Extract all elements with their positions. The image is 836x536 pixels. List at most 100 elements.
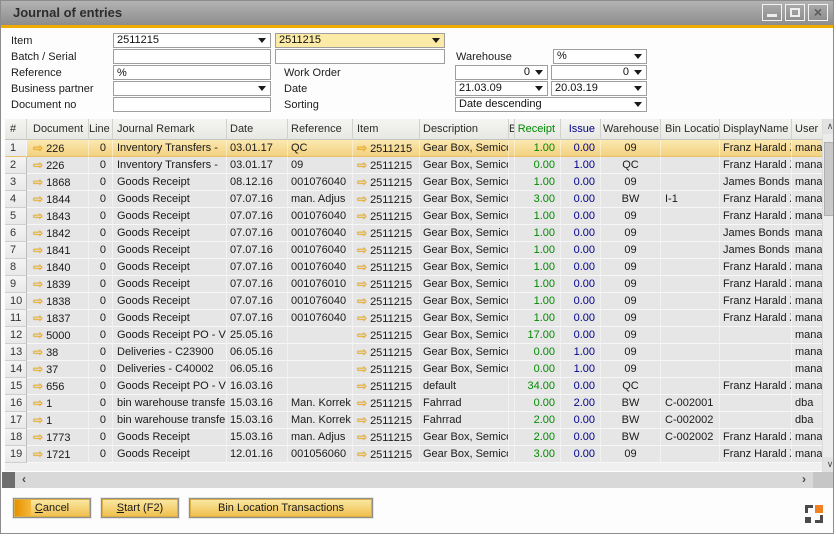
column-header-bin_location[interactable]: Bin Location bbox=[661, 119, 720, 140]
link-arrow-icon[interactable]: ⇨ bbox=[33, 175, 43, 189]
link-arrow-icon[interactable]: ⇨ bbox=[357, 311, 367, 325]
cell-num[interactable]: 1 bbox=[5, 140, 27, 157]
column-header-remark[interactable]: Journal Remark bbox=[113, 119, 227, 140]
link-arrow-icon[interactable]: ⇨ bbox=[33, 192, 43, 206]
link-arrow-icon[interactable]: ⇨ bbox=[33, 243, 43, 257]
column-header-line[interactable]: Line bbox=[89, 119, 113, 140]
cell-num[interactable]: 14 bbox=[5, 361, 27, 378]
cell-num[interactable]: 10 bbox=[5, 293, 27, 310]
table-row[interactable]: 8⇨18400Goods Receipt07.07.16001076040⇨25… bbox=[5, 259, 823, 276]
link-arrow-icon[interactable]: ⇨ bbox=[33, 345, 43, 359]
link-arrow-icon[interactable]: ⇨ bbox=[33, 447, 43, 461]
business-partner-combo[interactable] bbox=[113, 81, 271, 96]
table-row[interactable]: 1⇨2260Inventory Transfers -03.01.17QC⇨25… bbox=[5, 140, 823, 157]
work-order-to-combo[interactable]: 0 bbox=[551, 65, 647, 80]
cell-num[interactable]: 15 bbox=[5, 378, 27, 395]
link-arrow-icon[interactable]: ⇨ bbox=[33, 277, 43, 291]
table-row[interactable]: 17⇨10bin warehouse transfer15.03.16Man. … bbox=[5, 412, 823, 429]
table-row[interactable]: 18⇨17730Goods Receipt15.03.16man. Adjus⇨… bbox=[5, 429, 823, 446]
table-row[interactable]: 9⇨18390Goods Receipt07.07.16001076010⇨25… bbox=[5, 276, 823, 293]
cell-num[interactable]: 4 bbox=[5, 191, 27, 208]
cell-num[interactable]: 3 bbox=[5, 174, 27, 191]
link-arrow-icon[interactable]: ⇨ bbox=[357, 226, 367, 240]
link-arrow-icon[interactable]: ⇨ bbox=[33, 294, 43, 308]
link-arrow-icon[interactable]: ⇨ bbox=[357, 243, 367, 257]
cell-num[interactable]: 19 bbox=[5, 446, 27, 463]
vertical-scrollbar-thumb[interactable] bbox=[824, 142, 834, 216]
column-header-user[interactable]: User bbox=[792, 119, 823, 140]
document-no-input[interactable] bbox=[113, 97, 271, 112]
batch-serial-to-input[interactable] bbox=[275, 49, 445, 64]
link-arrow-icon[interactable]: ⇨ bbox=[33, 328, 43, 342]
column-header-display_name[interactable]: DisplayName bbox=[720, 119, 792, 140]
cell-num[interactable]: 12 bbox=[5, 327, 27, 344]
date-from-combo[interactable]: 21.03.09 bbox=[455, 81, 548, 96]
cell-num[interactable]: 7 bbox=[5, 242, 27, 259]
cell-num[interactable]: 2 bbox=[5, 157, 27, 174]
scroll-right-icon[interactable]: › bbox=[795, 472, 813, 488]
minimize-button[interactable] bbox=[762, 4, 782, 21]
link-arrow-icon[interactable]: ⇨ bbox=[33, 311, 43, 325]
cell-num[interactable]: 5 bbox=[5, 208, 27, 225]
batch-serial-input[interactable] bbox=[113, 49, 271, 64]
link-arrow-icon[interactable]: ⇨ bbox=[357, 209, 367, 223]
table-row[interactable]: 11⇨18370Goods Receipt07.07.16001076040⇨2… bbox=[5, 310, 823, 327]
horizontal-scrollbar[interactable]: ‹ › bbox=[2, 472, 813, 488]
link-arrow-icon[interactable]: ⇨ bbox=[357, 141, 367, 155]
date-to-combo[interactable]: 20.03.19 bbox=[551, 81, 647, 96]
start-button[interactable]: Start (F2) bbox=[101, 498, 179, 518]
link-arrow-icon[interactable]: ⇨ bbox=[357, 328, 367, 342]
column-header-item[interactable]: Item bbox=[353, 119, 420, 140]
cell-num[interactable]: 16 bbox=[5, 395, 27, 412]
horizontal-scrollbar-thumb[interactable] bbox=[2, 472, 15, 488]
table-row[interactable]: 16⇨10bin warehouse transfer15.03.16Man. … bbox=[5, 395, 823, 412]
link-arrow-icon[interactable]: ⇨ bbox=[357, 260, 367, 274]
link-arrow-icon[interactable]: ⇨ bbox=[357, 175, 367, 189]
cell-num[interactable]: 11 bbox=[5, 310, 27, 327]
table-row[interactable]: 4⇨18440Goods Receipt07.07.16man. Adjus⇨2… bbox=[5, 191, 823, 208]
close-button[interactable]: × bbox=[808, 4, 828, 21]
link-arrow-icon[interactable]: ⇨ bbox=[357, 430, 367, 444]
link-arrow-icon[interactable]: ⇨ bbox=[357, 447, 367, 461]
link-arrow-icon[interactable]: ⇨ bbox=[33, 260, 43, 274]
work-order-from-combo[interactable]: 0 bbox=[455, 65, 548, 80]
item-combo[interactable]: 2511215 bbox=[113, 33, 271, 48]
column-header-date[interactable]: Date bbox=[227, 119, 288, 140]
item-to-combo[interactable]: 2511215 bbox=[275, 33, 445, 48]
cell-num[interactable]: 13 bbox=[5, 344, 27, 361]
column-header-issue[interactable]: Issue bbox=[561, 119, 601, 140]
cell-num[interactable]: 6 bbox=[5, 225, 27, 242]
link-arrow-icon[interactable]: ⇨ bbox=[33, 158, 43, 172]
warehouse-combo[interactable]: % bbox=[553, 49, 647, 64]
table-row[interactable]: 14⇨370Deliveries - C4000206.05.16⇨251121… bbox=[5, 361, 823, 378]
link-arrow-icon[interactable]: ⇨ bbox=[33, 396, 43, 410]
link-arrow-icon[interactable]: ⇨ bbox=[33, 209, 43, 223]
maximize-button[interactable] bbox=[785, 4, 805, 21]
reference-input[interactable] bbox=[113, 65, 271, 80]
table-row[interactable]: 13⇨380Deliveries - C2390006.05.16⇨251121… bbox=[5, 344, 823, 361]
column-header-warehouse[interactable]: Warehouse bbox=[601, 119, 661, 140]
column-header-document[interactable]: Document bbox=[27, 119, 89, 140]
table-row[interactable]: 3⇨18680Goods Receipt08.12.16001076040⇨25… bbox=[5, 174, 823, 191]
link-arrow-icon[interactable]: ⇨ bbox=[357, 396, 367, 410]
column-header-receipt[interactable]: Receipt bbox=[515, 119, 561, 140]
link-arrow-icon[interactable]: ⇨ bbox=[33, 141, 43, 155]
column-header-num[interactable]: # bbox=[5, 119, 27, 140]
table-row[interactable]: 2⇨2260Inventory Transfers -03.01.1709⇨25… bbox=[5, 157, 823, 174]
table-row[interactable]: 5⇨18430Goods Receipt07.07.16001076040⇨25… bbox=[5, 208, 823, 225]
scroll-left-icon[interactable]: ‹ bbox=[15, 472, 33, 488]
form-resize-icon[interactable] bbox=[805, 505, 823, 523]
link-arrow-icon[interactable]: ⇨ bbox=[33, 379, 43, 393]
link-arrow-icon[interactable]: ⇨ bbox=[357, 192, 367, 206]
cell-num[interactable]: 18 bbox=[5, 429, 27, 446]
column-header-description[interactable]: Description bbox=[420, 119, 509, 140]
titlebar[interactable]: Journal of entries × bbox=[1, 1, 833, 25]
bin-location-transactions-button[interactable]: Bin Location Transactions bbox=[189, 498, 373, 518]
link-arrow-icon[interactable]: ⇨ bbox=[33, 413, 43, 427]
link-arrow-icon[interactable]: ⇨ bbox=[357, 413, 367, 427]
table-row[interactable]: 19⇨17210Goods Receipt12.01.16001056060⇨2… bbox=[5, 446, 823, 463]
table-row[interactable]: 12⇨50000Goods Receipt PO - V2025.05.16⇨2… bbox=[5, 327, 823, 344]
link-arrow-icon[interactable]: ⇨ bbox=[357, 294, 367, 308]
scroll-down-icon[interactable]: ∨ bbox=[823, 457, 834, 472]
table-row[interactable]: 7⇨18410Goods Receipt07.07.16001076040⇨25… bbox=[5, 242, 823, 259]
